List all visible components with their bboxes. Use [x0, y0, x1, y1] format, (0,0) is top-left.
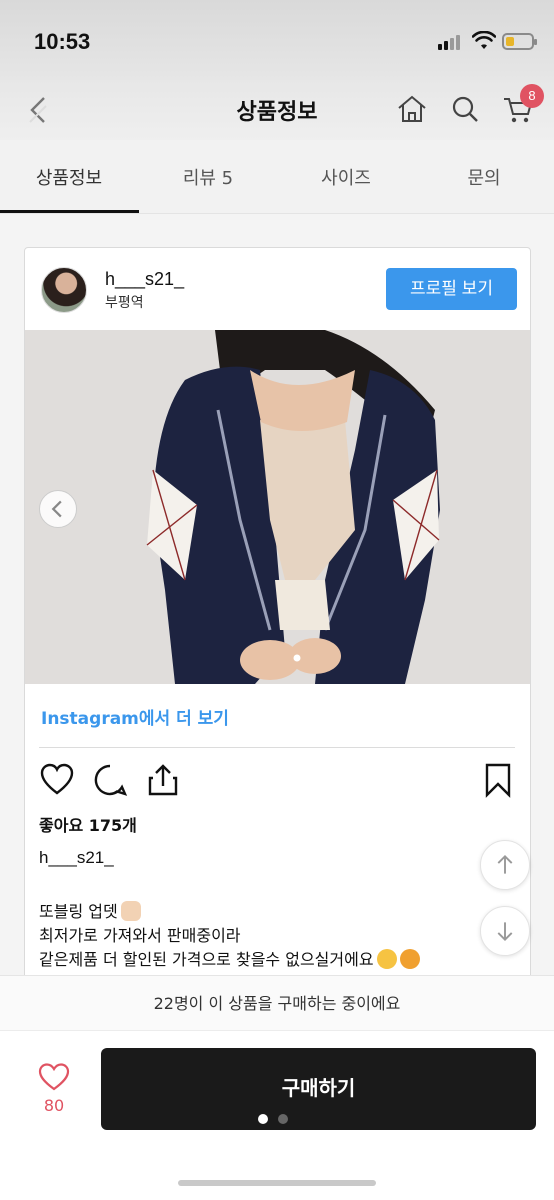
tab-size[interactable]: 사이즈: [277, 164, 415, 190]
wifi-icon: [472, 31, 496, 49]
tab-bar: 상품정보 리뷰 5 사이즈 문의: [0, 140, 554, 214]
avatar[interactable]: [41, 267, 87, 313]
photo-prev-button[interactable]: [39, 490, 77, 528]
instagram-embed-card: h___s21_ 부평역 프로필 보기 Instagram에서 더 보기 좋아요…: [24, 247, 531, 1007]
frown-emoji-icon: [399, 949, 420, 969]
tab-inquiry[interactable]: 문의: [415, 164, 553, 190]
comment-icon[interactable]: [92, 762, 128, 798]
caption-username[interactable]: h___s21_: [39, 848, 114, 868]
bookmark-icon[interactable]: [480, 762, 516, 798]
caption-line: 최저가로 가져와서 판매중이라: [39, 926, 241, 945]
buy-button[interactable]: 구매하기: [101, 1048, 536, 1130]
tab-product-info[interactable]: 상품정보: [0, 164, 138, 190]
share-icon[interactable]: [145, 762, 181, 798]
likes-count: 좋아요 175개: [39, 816, 137, 835]
app-header: 상품정보: [0, 80, 554, 140]
caption-line: 또블링 업뎃: [39, 900, 420, 924]
view-profile-button[interactable]: 프로필 보기: [386, 268, 517, 310]
status-bar: 10:53: [0, 0, 554, 80]
cardigan-photo-image: [25, 330, 530, 684]
pagination-dots: [258, 1109, 298, 1128]
post-location: 부평역: [105, 295, 144, 311]
heart-icon[interactable]: [39, 762, 75, 798]
buying-now-banner: 22명이 이 상품을 구매하는 중이에요: [0, 975, 554, 1030]
battery-icon: [502, 33, 537, 50]
home-indicator: [178, 1180, 376, 1186]
active-tab-indicator: [0, 210, 139, 213]
divider: [39, 747, 515, 748]
wishlist-button[interactable]: 80: [30, 1060, 78, 1120]
search-icon[interactable]: [448, 92, 482, 126]
caption-line: 같은제품 더 할인된 가격으로 찾을수 없으실거에요: [39, 948, 420, 972]
heart-outline-icon: [38, 1063, 70, 1091]
post-username[interactable]: h___s21_: [105, 269, 184, 290]
product-photo[interactable]: [25, 330, 530, 684]
hand-emoji-icon: [120, 901, 141, 921]
cart-count-badge: 8: [520, 84, 544, 108]
scroll-up-button[interactable]: [480, 840, 530, 890]
wishlist-count: 80: [43, 1096, 65, 1115]
post-caption: 또블링 업뎃 최저가로 가져와서 판매중이라 같은제품 더 할인된 가격으로 찾…: [39, 900, 420, 972]
status-time: 10:53: [34, 29, 91, 54]
smile-emoji-icon: [376, 949, 397, 969]
scroll-down-button[interactable]: [480, 906, 530, 956]
cellular-signal-icon: [438, 34, 464, 50]
photo-pagination-dots: [293, 654, 301, 662]
home-icon[interactable]: [395, 92, 429, 126]
instagram-link[interactable]: Instagram에서 더 보기: [41, 704, 229, 729]
tab-reviews[interactable]: 리뷰 5: [139, 164, 277, 190]
